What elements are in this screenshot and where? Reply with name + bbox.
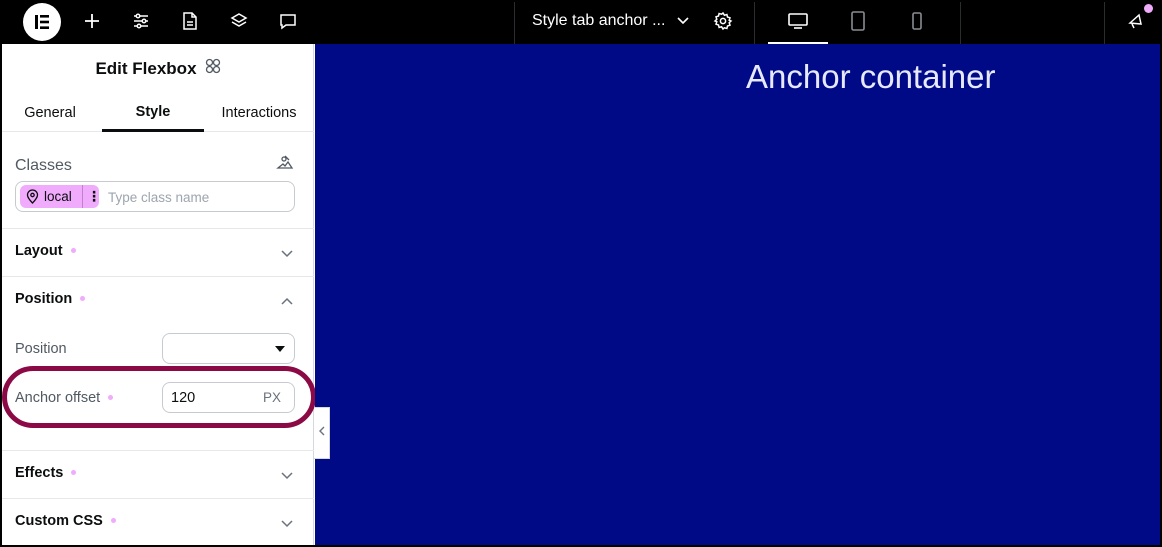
- megaphone-icon[interactable]: [1124, 9, 1148, 33]
- document-title-dropdown[interactable]: Style tab anchor ...: [532, 2, 689, 40]
- section-title: Layout: [15, 243, 63, 259]
- section-layout[interactable]: Layout: [2, 229, 314, 275]
- position-select[interactable]: [162, 333, 295, 364]
- tab-interactions[interactable]: Interactions: [212, 94, 306, 132]
- divider: [1104, 2, 1105, 44]
- tab-general[interactable]: General: [10, 94, 90, 132]
- anchor-offset-input[interactable]: [171, 388, 251, 408]
- page-icon[interactable]: [178, 9, 202, 33]
- classes-label: Classes: [15, 157, 72, 174]
- modified-indicator: [71, 469, 77, 475]
- elementor-logo-icon[interactable]: [23, 3, 61, 41]
- widgets-grid-icon[interactable]: [205, 58, 221, 79]
- caret-down-icon: [275, 346, 285, 352]
- section-title: Effects: [15, 465, 64, 481]
- section-title: Custom CSS: [15, 513, 103, 529]
- anchor-offset-field: PX: [162, 382, 295, 413]
- comment-icon[interactable]: [276, 9, 300, 33]
- chevron-down-icon: [280, 467, 294, 485]
- chevron-down-icon: [677, 12, 689, 30]
- document-title: Style tab anchor ...: [532, 12, 666, 29]
- top-bar: Style tab anchor ...: [2, 2, 1160, 44]
- desktop-icon[interactable]: [786, 9, 810, 33]
- panel-title: Edit Flexbox: [95, 58, 197, 78]
- layers-icon[interactable]: [227, 9, 251, 33]
- section-effects-label: Effects: [15, 465, 77, 481]
- modified-indicator: [70, 247, 76, 253]
- section-custom-css-label: Custom CSS: [15, 513, 116, 529]
- app-window: Style tab anchor ... Edit Flexbox Genera…: [0, 0, 1162, 547]
- editor-panel: Edit Flexbox General Style Interactions …: [2, 44, 316, 545]
- gear-icon[interactable]: [711, 9, 735, 33]
- anchor-container-heading[interactable]: Anchor container: [746, 58, 995, 96]
- section-layout-label: Layout: [15, 243, 76, 259]
- class-selector[interactable]: local ⋮: [15, 181, 295, 212]
- divider: [82, 185, 83, 208]
- class-manager-icon[interactable]: [276, 154, 294, 175]
- section-position[interactable]: Position: [2, 277, 314, 323]
- section-position-label: Position: [15, 291, 86, 307]
- section-custom-css[interactable]: Custom CSS: [2, 499, 314, 545]
- section-title: Position: [15, 291, 73, 307]
- modified-indicator: [110, 517, 116, 523]
- class-chip-label: local: [44, 189, 72, 204]
- panel-header: Edit Flexbox: [2, 58, 314, 79]
- chevron-left-icon: [318, 424, 326, 442]
- class-name-input[interactable]: [108, 187, 288, 207]
- chevron-down-icon: [280, 515, 294, 533]
- divider: [754, 2, 755, 44]
- position-field-label: Position: [15, 341, 67, 357]
- class-chip-local[interactable]: local ⋮: [20, 185, 101, 208]
- plus-icon[interactable]: [80, 9, 104, 33]
- anchor-offset-text: Anchor offset: [15, 390, 101, 406]
- divider: [960, 2, 961, 44]
- section-effects[interactable]: Effects: [2, 451, 314, 497]
- more-vertical-icon[interactable]: ⋮: [87, 188, 101, 204]
- preview-canvas[interactable]: Anchor container: [315, 44, 1160, 545]
- chevron-down-icon: [280, 245, 294, 263]
- tablet-icon[interactable]: [846, 9, 870, 33]
- sliders-icon[interactable]: [129, 9, 153, 33]
- panel-tabs: General Style Interactions: [2, 94, 314, 132]
- divider: [514, 2, 515, 44]
- anchor-offset-label: Anchor offset: [15, 390, 114, 406]
- mobile-icon[interactable]: [905, 9, 929, 33]
- collapse-panel-handle[interactable]: [314, 407, 330, 459]
- tab-style[interactable]: Style: [102, 94, 204, 132]
- chevron-up-icon: [280, 293, 294, 311]
- notification-badge: [1144, 4, 1153, 13]
- modified-indicator: [108, 394, 114, 400]
- modified-indicator: [80, 295, 86, 301]
- location-pin-icon: [26, 189, 39, 204]
- unit-selector[interactable]: PX: [263, 390, 281, 405]
